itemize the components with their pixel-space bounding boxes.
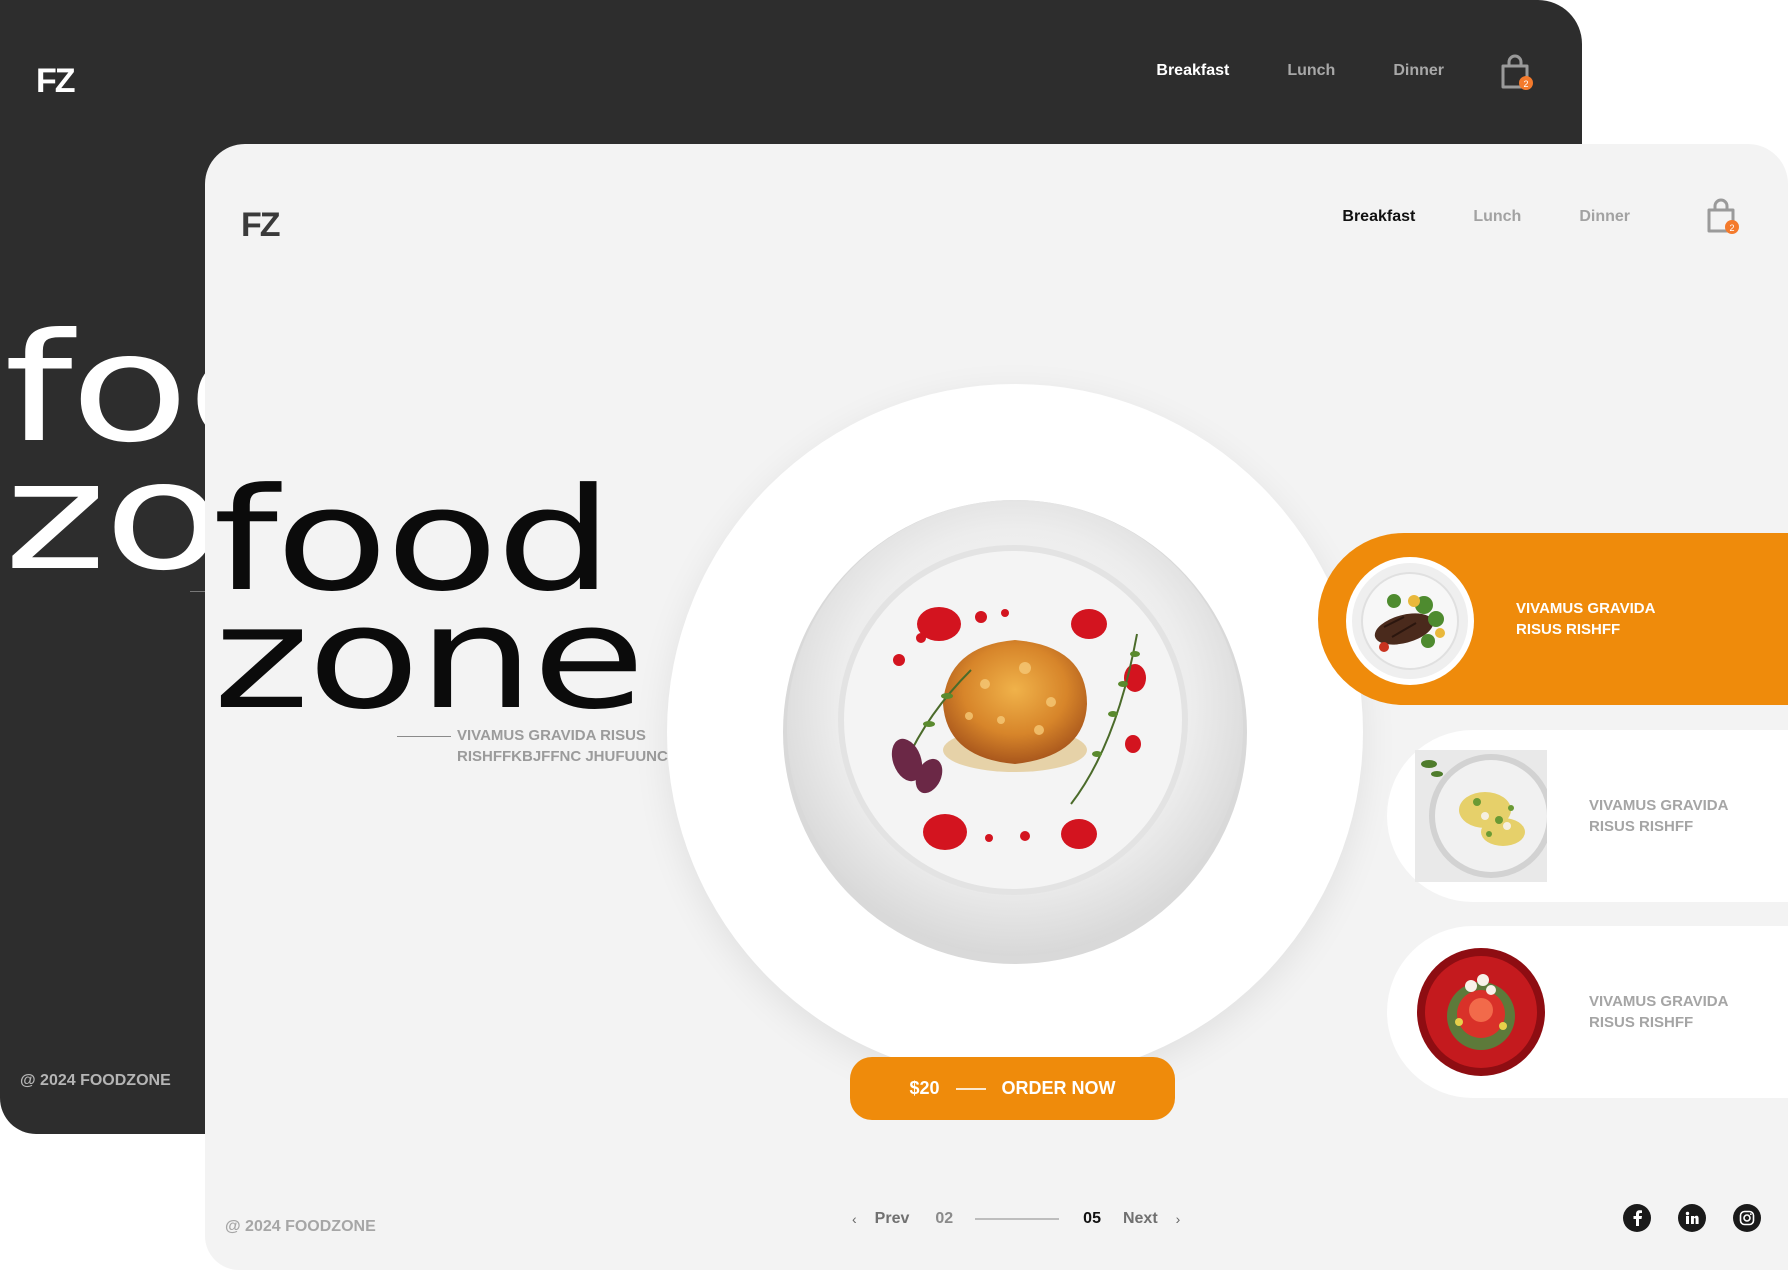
cart-button[interactable]: 2 (1498, 54, 1534, 97)
hero-subtitle: VIVAMUS GRAVIDA RISUS RISHFFKBJFFNC JHUF… (457, 727, 668, 765)
facebook-icon[interactable] (1623, 1204, 1651, 1232)
nav-lunch[interactable]: Lunch (1473, 208, 1521, 226)
instagram-icon[interactable] (1733, 1204, 1761, 1232)
nav-dinner[interactable]: Dinner (1579, 208, 1630, 226)
social-links (1623, 1204, 1761, 1232)
nav-breakfast[interactable]: Breakfast (1342, 208, 1415, 226)
featured-dish-circle (667, 384, 1363, 1080)
price-label: $20 (909, 1078, 940, 1098)
chevron-right-icon[interactable]: › (1176, 1211, 1181, 1227)
divider (955, 1087, 986, 1090)
chevron-left-icon[interactable]: ‹ (852, 1211, 857, 1227)
hero-title: food zone (213, 458, 646, 741)
shopping-bag-icon: 2 (1707, 198, 1739, 234)
shopping-bag-icon: 2 (1501, 54, 1533, 90)
order-now-button[interactable]: $20 ORDER NOW (850, 1057, 1175, 1120)
svg-text:2: 2 (1523, 79, 1528, 89)
nav-dinner[interactable]: Dinner (1393, 62, 1444, 80)
progress-track (975, 1218, 1060, 1220)
pagination: ‹ Prev 02 05 Next › (852, 1210, 1180, 1228)
dish-thumbnail (1344, 555, 1476, 692)
nav-lunch[interactable]: Lunch (1287, 62, 1335, 80)
menu-item-label: VIVAMUS GRAVIDA RISUS RISHFF (1516, 600, 1655, 638)
menu-item-card-2[interactable]: VIVAMUS GRAVIDA RISUS RISHFF (1387, 730, 1788, 902)
logo[interactable]: FZ (241, 206, 281, 245)
nav-breakfast[interactable]: Breakfast (1156, 62, 1229, 80)
dish-thumbnail (1415, 750, 1553, 887)
order-label: ORDER NOW (1001, 1078, 1116, 1098)
dish-thumbnail (1415, 946, 1547, 1083)
menu-item-label: VIVAMUS GRAVIDA RISUS RISHFF (1589, 993, 1728, 1031)
featured-dish-image (783, 500, 1247, 964)
svg-text:2: 2 (1729, 223, 1734, 233)
next-button[interactable]: Next (1123, 1210, 1158, 1228)
divider (397, 736, 451, 737)
copyright: @ 2024 FOODZONE (225, 1218, 376, 1235)
main-nav: Breakfast Lunch Dinner (1342, 208, 1630, 226)
total-pages: 05 (1083, 1210, 1101, 1227)
menu-item-card-1[interactable]: VIVAMUS GRAVIDA RISUS RISHFF (1318, 533, 1788, 705)
current-page: 02 (935, 1210, 954, 1227)
menu-item-label: VIVAMUS GRAVIDA RISUS RISHFF (1589, 797, 1728, 835)
main-nav: Breakfast Lunch Dinner (1156, 62, 1444, 80)
cart-button[interactable]: 2 (1704, 198, 1740, 241)
linkedin-icon[interactable] (1678, 1204, 1706, 1232)
logo[interactable]: FZ (36, 62, 76, 101)
front-screen-window: FZ Breakfast Lunch Dinner 2 food zone VI… (205, 144, 1788, 1270)
prev-button[interactable]: Prev (875, 1210, 910, 1228)
copyright: @ 2024 FOODZONE (20, 1072, 171, 1089)
menu-item-card-3[interactable]: VIVAMUS GRAVIDA RISUS RISHFF (1387, 926, 1788, 1098)
